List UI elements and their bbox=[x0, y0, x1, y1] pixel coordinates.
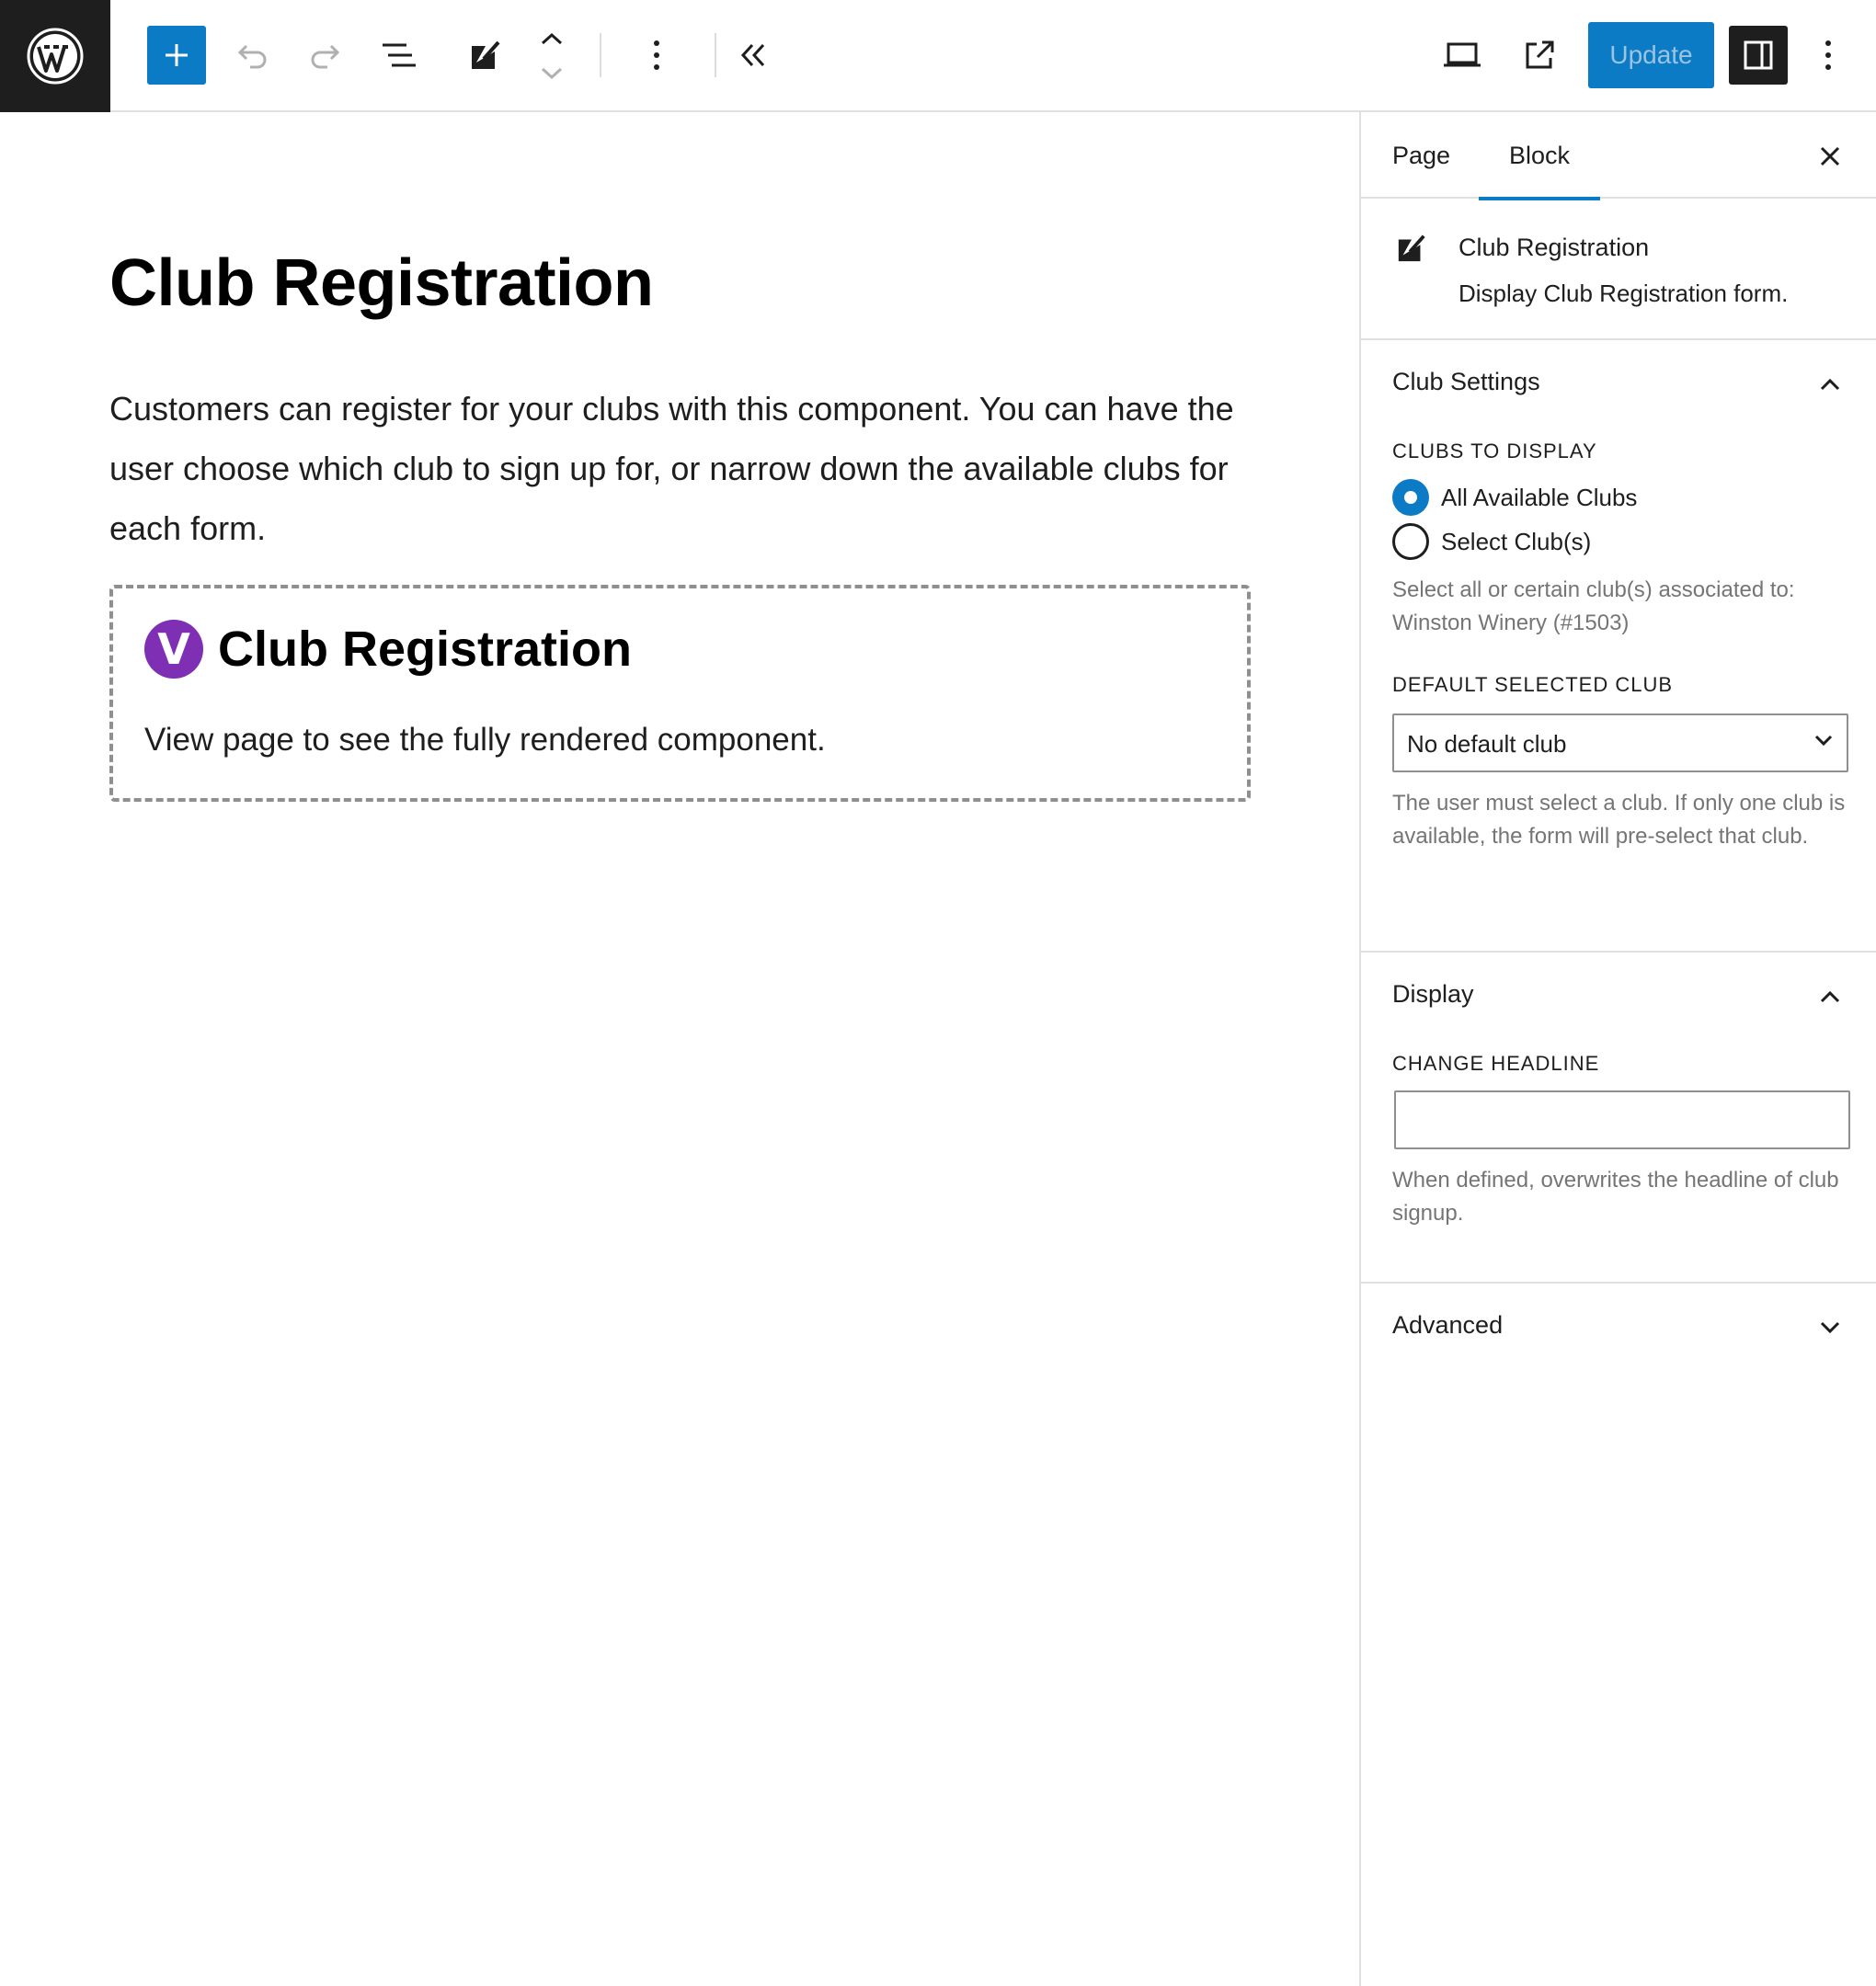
display-panel-toggle[interactable]: Display bbox=[1361, 953, 1876, 1041]
edit-block-icon bbox=[1396, 232, 1427, 269]
block-card: Club Registration Display Club Registrat… bbox=[1361, 199, 1876, 340]
view-page-button[interactable] bbox=[1517, 33, 1561, 77]
more-vertical-icon bbox=[654, 40, 659, 70]
block-options-button[interactable] bbox=[635, 33, 679, 77]
redo-button[interactable] bbox=[303, 33, 348, 77]
radio-button[interactable] bbox=[1392, 523, 1429, 560]
move-block-button[interactable] bbox=[533, 24, 570, 88]
add-block-button[interactable] bbox=[147, 26, 206, 85]
view-button[interactable] bbox=[1440, 33, 1484, 77]
more-vertical-icon bbox=[1825, 40, 1831, 70]
edit-block-icon bbox=[472, 40, 500, 69]
block-placeholder-text: View page to see the fully rendered comp… bbox=[144, 722, 826, 758]
radio-button-checked[interactable] bbox=[1392, 479, 1429, 516]
settings-sidebar: Page Block Club Registration Display Clu… bbox=[1359, 112, 1876, 1986]
block-type-button[interactable] bbox=[463, 33, 508, 77]
radio-label: All Available Clubs bbox=[1441, 483, 1638, 511]
settings-toggle-button[interactable] bbox=[1729, 26, 1788, 85]
desktop-view-icon bbox=[1444, 42, 1481, 67]
change-headline-input[interactable] bbox=[1394, 1090, 1850, 1149]
default-club-help-text: The user must select a club. If only one… bbox=[1392, 791, 1846, 849]
collapse-toolbar-button[interactable] bbox=[731, 33, 775, 77]
sidebar-tabs: Page Block bbox=[1361, 112, 1876, 200]
headline-help-text: When defined, overwrites the headline of… bbox=[1392, 1168, 1839, 1226]
block-card-title: Club Registration bbox=[1458, 234, 1650, 261]
close-icon bbox=[1820, 146, 1840, 166]
list-view-button[interactable] bbox=[377, 33, 421, 77]
radio-label: Select Club(s) bbox=[1441, 527, 1592, 555]
toolbar-separator bbox=[600, 33, 601, 77]
club-registration-block[interactable]: V Club Registration View page to see the… bbox=[109, 585, 1251, 802]
paragraph-block[interactable]: Customers can register for your clubs wi… bbox=[109, 379, 1259, 558]
clubs-help-text: Select all or certain club(s) associated… bbox=[1392, 577, 1795, 635]
vinoshipper-logo-icon: V bbox=[144, 620, 203, 679]
list-view-icon bbox=[383, 43, 416, 67]
radio-select-clubs[interactable]: Select Club(s) bbox=[1392, 522, 1591, 561]
close-sidebar-button[interactable] bbox=[1808, 134, 1852, 178]
default-club-select[interactable]: No default club bbox=[1392, 713, 1848, 772]
plus-icon bbox=[166, 44, 188, 66]
clubs-to-display-label: Clubs to display bbox=[1392, 439, 1597, 462]
default-selected-club-label: Default selected club bbox=[1392, 673, 1674, 696]
wordpress-logo-icon[interactable] bbox=[0, 0, 110, 112]
undo-button[interactable] bbox=[230, 33, 274, 77]
select-value: No default club bbox=[1407, 730, 1567, 758]
page-title[interactable]: Club Registration bbox=[109, 245, 654, 321]
more-options-button[interactable] bbox=[1810, 33, 1847, 77]
move-up-down-icon bbox=[541, 32, 563, 80]
chevron-double-left-icon bbox=[740, 43, 765, 67]
undo-icon bbox=[237, 44, 267, 69]
block-card-description: Display Club Registration form. bbox=[1458, 280, 1789, 307]
update-button[interactable]: Update bbox=[1588, 22, 1714, 88]
tab-block[interactable]: Block bbox=[1479, 112, 1600, 200]
advanced-panel-toggle[interactable]: Advanced bbox=[1361, 1284, 1876, 1372]
club-settings-panel-toggle[interactable]: Club Settings bbox=[1361, 340, 1876, 428]
tab-page[interactable]: Page bbox=[1392, 112, 1450, 199]
chevron-up-icon bbox=[1812, 978, 1848, 1015]
editor-toolbar: Update bbox=[0, 0, 1876, 112]
chevron-up-icon bbox=[1812, 366, 1848, 403]
change-headline-label: Change headline bbox=[1392, 1052, 1600, 1075]
chevron-down-icon bbox=[1813, 734, 1834, 751]
redo-icon bbox=[311, 44, 340, 69]
chevron-down-icon bbox=[1812, 1309, 1848, 1346]
panel-title: Advanced bbox=[1392, 1311, 1504, 1339]
radio-all-available-clubs[interactable]: All Available Clubs bbox=[1392, 478, 1637, 517]
external-link-icon bbox=[1526, 40, 1554, 69]
sidebar-toggle-icon bbox=[1744, 40, 1773, 70]
panel-title: Display bbox=[1392, 980, 1474, 1008]
panel-title: Club Settings bbox=[1392, 368, 1540, 395]
editor-canvas: Club Registration Customers can register… bbox=[0, 112, 1359, 1986]
block-heading: Club Registration bbox=[218, 622, 633, 677]
toolbar-separator bbox=[715, 33, 716, 77]
